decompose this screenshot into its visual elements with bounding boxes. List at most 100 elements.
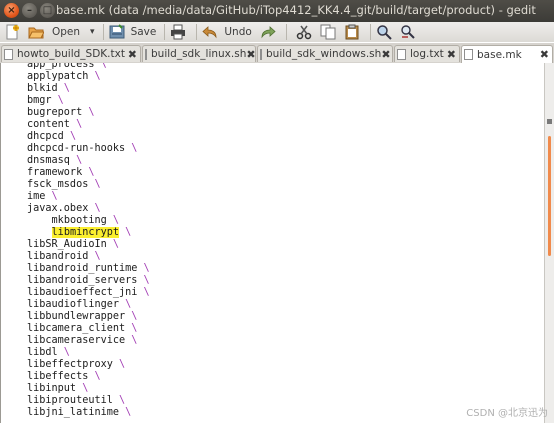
code-token: dhcpcd	[27, 131, 64, 142]
code-line: ime \	[27, 191, 150, 203]
tab-label: howto_build_SDK.txt	[17, 48, 125, 60]
code-line: libandroid_servers \	[27, 275, 150, 287]
line-continuation: \	[57, 347, 70, 358]
tab-build-sdk-linux[interactable]: build_sdk_linux.sh ✖	[142, 45, 256, 62]
scroll-up-marker[interactable]	[547, 119, 552, 124]
tab-close-icon[interactable]: ✖	[447, 48, 456, 61]
code-token: libSR_AudioIn	[27, 239, 107, 250]
code-token: libaudioeffect_jni	[27, 287, 138, 298]
code-line: libcamera_client \	[27, 323, 150, 335]
minimize-window-button[interactable]: –	[22, 3, 37, 18]
save-icon	[109, 24, 125, 40]
line-continuation: \	[106, 215, 120, 226]
text-file-icon	[145, 48, 147, 60]
print-button[interactable]	[170, 22, 186, 42]
open-dropdown-icon[interactable]: ▾	[90, 27, 95, 37]
save-button[interactable]: Save	[109, 22, 157, 42]
undo-button[interactable]: Undo	[202, 22, 252, 42]
tab-label: build_sdk_windows.sh	[266, 48, 382, 60]
highlighted-match: libmincrypt	[51, 227, 120, 238]
open-button[interactable]: Open ▾	[28, 22, 95, 42]
line-continuation: \	[137, 287, 150, 298]
tab-close-icon[interactable]: ✖	[540, 48, 549, 61]
code-line: libjni_latinime \	[27, 407, 150, 419]
code-token: bugreport	[27, 107, 83, 118]
search-icon	[376, 24, 392, 40]
code-token: libandroid_runtime	[27, 263, 138, 274]
line-continuation: \	[119, 299, 132, 310]
find-replace-button[interactable]	[400, 22, 416, 42]
find-replace-icon	[400, 24, 416, 40]
tab-close-icon[interactable]: ✖	[246, 48, 255, 61]
redo-button[interactable]	[260, 22, 276, 42]
text-editor[interactable]: app_process \ applypatch \ blkid \ bmgr \ bu…	[0, 63, 545, 423]
code-token: bmgr	[27, 95, 52, 106]
line-continuation: \	[69, 155, 83, 166]
tab-base-mk[interactable]: base.mk ✖	[461, 45, 553, 63]
tab-howto-build-sdk[interactable]: howto_build_SDK.txt ✖	[1, 45, 141, 62]
line-continuation: \	[112, 359, 126, 370]
maximize-window-button[interactable]: □	[40, 3, 55, 18]
code-line: applypatch \	[27, 71, 150, 83]
code-line: libandroid_runtime \	[27, 263, 150, 275]
vertical-scrollbar[interactable]	[544, 63, 554, 423]
code-line: app_process \	[27, 63, 150, 71]
code-token: mkbooting	[51, 215, 107, 226]
tab-label: base.mk	[477, 48, 522, 61]
line-continuation: \	[82, 167, 95, 178]
line-continuation: \	[51, 95, 64, 106]
tab-log[interactable]: log.txt ✖	[394, 45, 460, 62]
code-line: libaudioeffect_jni \	[27, 287, 150, 299]
title-bar: × – □ base.mk (data /media/data/GitHub/i…	[0, 0, 554, 22]
scrollbar-thumb[interactable]	[548, 136, 551, 256]
code-token: dnsmasq	[27, 155, 70, 166]
save-label: Save	[130, 26, 157, 38]
line-continuation: \	[125, 143, 138, 154]
code-line: dhcpcd \	[27, 131, 150, 143]
code-line: libcameraservice \	[27, 335, 150, 347]
line-continuation: \	[125, 323, 138, 334]
line-continuation: \	[57, 83, 70, 94]
undo-arrow-icon	[202, 24, 218, 40]
code-token: blkid	[27, 83, 58, 94]
code-token: javax.obex	[27, 203, 89, 214]
line-continuation: \	[137, 275, 150, 286]
code-line: content \	[27, 119, 150, 131]
toolbar-separator	[102, 24, 104, 40]
copy-button[interactable]	[320, 22, 336, 42]
clipboard-paste-icon	[344, 24, 360, 40]
code-line: libbundlewrapper \	[27, 311, 150, 323]
find-button[interactable]	[376, 22, 392, 42]
code-token: libdl	[27, 347, 58, 358]
printer-icon	[170, 24, 186, 40]
line-continuation: \	[45, 191, 58, 202]
cut-button[interactable]	[296, 22, 312, 42]
code-token: fsck_msdos	[27, 179, 89, 190]
tab-build-sdk-windows[interactable]: build_sdk_windows.sh ✖	[257, 45, 393, 62]
code-token: libandroid_servers	[27, 275, 138, 286]
window-controls: × – □	[4, 3, 55, 18]
close-window-button[interactable]: ×	[4, 3, 19, 18]
copy-icon	[320, 24, 336, 40]
code-line: blkid \	[27, 83, 150, 95]
tab-close-icon[interactable]: ✖	[128, 48, 137, 61]
line-continuation: \	[88, 71, 101, 82]
toolbar-separator	[369, 24, 371, 40]
new-button[interactable]	[4, 22, 20, 42]
code-token: ime	[27, 191, 46, 202]
open-label: Open	[52, 26, 81, 38]
tab-close-icon[interactable]: ✖	[381, 48, 390, 61]
code-line: libinput \	[27, 383, 150, 395]
code-line: framework \	[27, 167, 150, 179]
line-continuation: \	[112, 395, 126, 406]
code-token: applypatch	[27, 71, 89, 82]
code-token: libcamera_client	[27, 323, 126, 334]
line-continuation: \	[106, 239, 120, 250]
code-token: libaudioflinger	[27, 299, 120, 310]
scissors-icon	[296, 24, 312, 40]
text-file-icon	[464, 49, 473, 60]
toolbar-separator	[164, 24, 166, 40]
paste-button[interactable]	[344, 22, 360, 42]
code-line: libiprouteutil \	[27, 395, 150, 407]
toolbar-separator	[196, 24, 198, 40]
